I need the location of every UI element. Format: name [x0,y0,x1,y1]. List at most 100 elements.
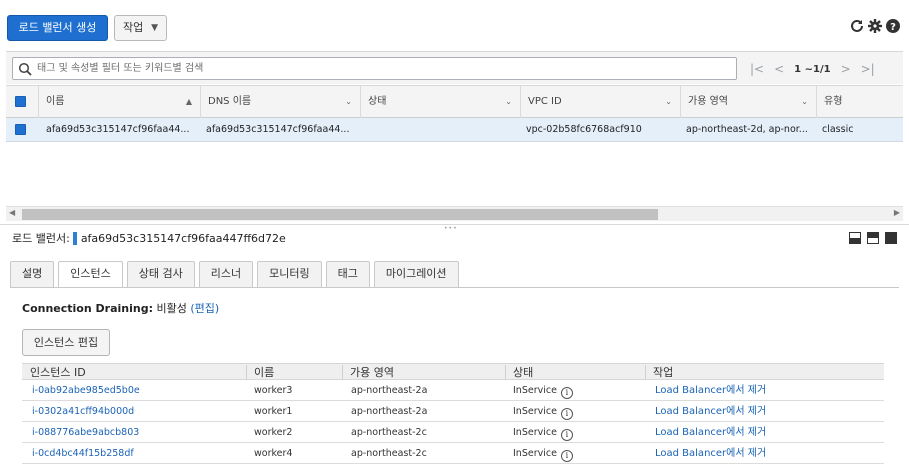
page-count: 1 ~1/1 [794,63,831,75]
instance-name: worker2 [254,427,293,438]
help-icon[interactable]: ? [885,18,901,34]
table-row: i-0302a41cff94b000d worker1 ap-northeast… [22,401,884,422]
layout-maximize-icon[interactable] [885,232,897,244]
grid-header: 이름 ▲ DNS 이름 ⌄ 상태 ⌄ VPC ID ⌄ 가용 영역 ⌄ 유형 [6,85,903,118]
instance-name: worker1 [254,406,293,417]
column-header-instance-id[interactable]: 인스턴스 ID [22,364,86,381]
connection-draining: Connection Draining: 비활성 (편집) [22,300,219,316]
draining-edit-link[interactable]: (편집) [190,302,219,315]
instance-az: ap-northeast-2a [351,385,428,396]
cell-az: ap-northeast-2d, ap-nor... [686,124,808,135]
table-row[interactable]: afa69d53c315147cf96faa44... afa69d53c315… [6,118,903,142]
chevron-down-icon: ⌄ [665,97,672,106]
column-header-vpc[interactable]: VPC ID ⌄ [520,86,680,118]
last-page-icon[interactable]: >| [861,62,875,76]
cell-type: classic [822,124,854,135]
column-header-state[interactable]: 상태 ⌄ [360,86,520,118]
layout-top-icon[interactable] [867,232,879,244]
sort-asc-icon: ▲ [185,97,192,106]
info-icon[interactable]: i [560,408,573,420]
column-header-az[interactable]: 가용 영역 ⌄ [680,86,816,118]
instance-id-link[interactable]: i-0cd4bc44f15b258df [32,443,134,464]
layout-bottom-icon[interactable] [849,232,861,244]
detail-label: 로드 밸런서: [12,232,70,245]
horizontal-scrollbar[interactable]: ◀ ▶ [6,206,903,221]
pane-splitter[interactable]: ••• [0,224,909,232]
actions-label: 작업 [123,21,144,34]
filter-bar: |< < 1 ~1/1 > >| [6,51,903,84]
instance-id-link[interactable]: i-0302a41cff94b000d [32,401,134,422]
detail-header: 로드 밸런서: afa69d53c315147cf96faa447ff6d72e [12,230,286,246]
column-header-instance-action[interactable]: 작업 [645,364,673,381]
instance-status: InService i [513,422,573,443]
column-header-type[interactable]: 유형 [816,86,903,118]
remove-from-lb-link[interactable]: Load Balancer에서 제거 [655,422,766,443]
instance-status: InService i [513,380,573,401]
search-box[interactable] [12,57,737,80]
top-toolbar: 로드 밸런서 생성 작업 ▼ ? [0,0,909,50]
prev-page-icon[interactable]: < [774,62,784,76]
svg-text:?: ? [890,22,896,33]
remove-from-lb-link[interactable]: Load Balancer에서 제거 [655,443,766,464]
cell-vpc: vpc-02b58fc6768acf910 [526,124,642,135]
instance-name: worker4 [254,448,293,459]
column-header-dns[interactable]: DNS 이름 ⌄ [200,86,360,118]
table-row: i-0ab92abe985ed5b0e worker3 ap-northeast… [22,380,884,401]
info-icon[interactable]: i [560,387,573,399]
tab-listeners[interactable]: 리스너 [198,261,254,287]
select-all-checkbox[interactable] [15,96,26,107]
column-header-instance-name[interactable]: 이름 [246,364,274,381]
edit-instances-button[interactable]: 인스턴스 편집 [22,329,110,356]
instance-az: ap-northeast-2a [351,406,428,417]
table-row: i-0cd4bc44f15b258df worker4 ap-northeast… [22,443,884,464]
pagination: |< < 1 ~1/1 > >| [750,62,875,76]
info-icon[interactable]: i [560,429,573,441]
column-label: 이름 [46,96,65,107]
column-header-instance-az[interactable]: 가용 영역 [342,364,394,381]
instance-name: worker3 [254,385,293,396]
instance-az: ap-northeast-2c [351,448,427,459]
tab-migration[interactable]: 마이그레이션 [373,261,459,287]
gear-icon[interactable] [867,18,883,34]
remove-from-lb-link[interactable]: Load Balancer에서 제거 [655,401,766,422]
status-text: InService [513,385,557,396]
draining-label: Connection Draining: [22,302,153,315]
search-input[interactable] [37,60,727,77]
table-row: i-088776abe9abcb803 worker2 ap-northeast… [22,422,884,443]
chevron-down-icon: ⌄ [345,97,352,106]
create-load-balancer-button[interactable]: 로드 밸런서 생성 [7,15,108,41]
row-checkbox[interactable] [15,124,26,135]
cell-name: afa69d53c315147cf96faa44... [46,124,190,135]
column-header-name[interactable]: 이름 ▲ [38,86,200,118]
status-text: InService [513,448,557,459]
first-page-icon[interactable]: |< [750,62,764,76]
info-icon[interactable]: i [560,450,573,462]
actions-dropdown-button[interactable]: 작업 ▼ [114,15,167,41]
selection-marker [72,231,77,245]
column-label: 상태 [368,96,387,107]
scroll-right-icon[interactable]: ▶ [894,208,900,217]
status-text: InService [513,427,557,438]
refresh-icon[interactable] [849,18,865,34]
drag-handle-icon[interactable]: ••• [444,225,458,232]
instance-id-link[interactable]: i-0ab92abe985ed5b0e [32,380,140,401]
next-page-icon[interactable]: > [841,62,851,76]
scrollbar-thumb[interactable] [22,209,658,220]
chevron-down-icon: ⌄ [801,97,808,106]
tab-monitoring[interactable]: 모니터링 [257,261,322,287]
tab-description[interactable]: 설명 [10,261,55,287]
cell-state [366,118,516,141]
tab-instances[interactable]: 인스턴스 [58,261,123,288]
remove-from-lb-link[interactable]: Load Balancer에서 제거 [655,380,766,401]
instance-id-link[interactable]: i-088776abe9abcb803 [32,422,139,443]
tab-divider [10,287,899,288]
pane-layout-controls [849,232,897,244]
scroll-left-icon[interactable]: ◀ [9,208,15,217]
search-icon [18,62,32,76]
draining-value: 비활성 [156,302,187,315]
tab-health-check[interactable]: 상태 검사 [126,261,195,287]
tab-tags[interactable]: 태그 [325,261,370,287]
column-label: VPC ID [528,96,562,107]
column-header-instance-status[interactable]: 상태 [505,364,533,381]
load-balancer-name: afa69d53c315147cf96faa447ff6d72e [80,231,286,245]
